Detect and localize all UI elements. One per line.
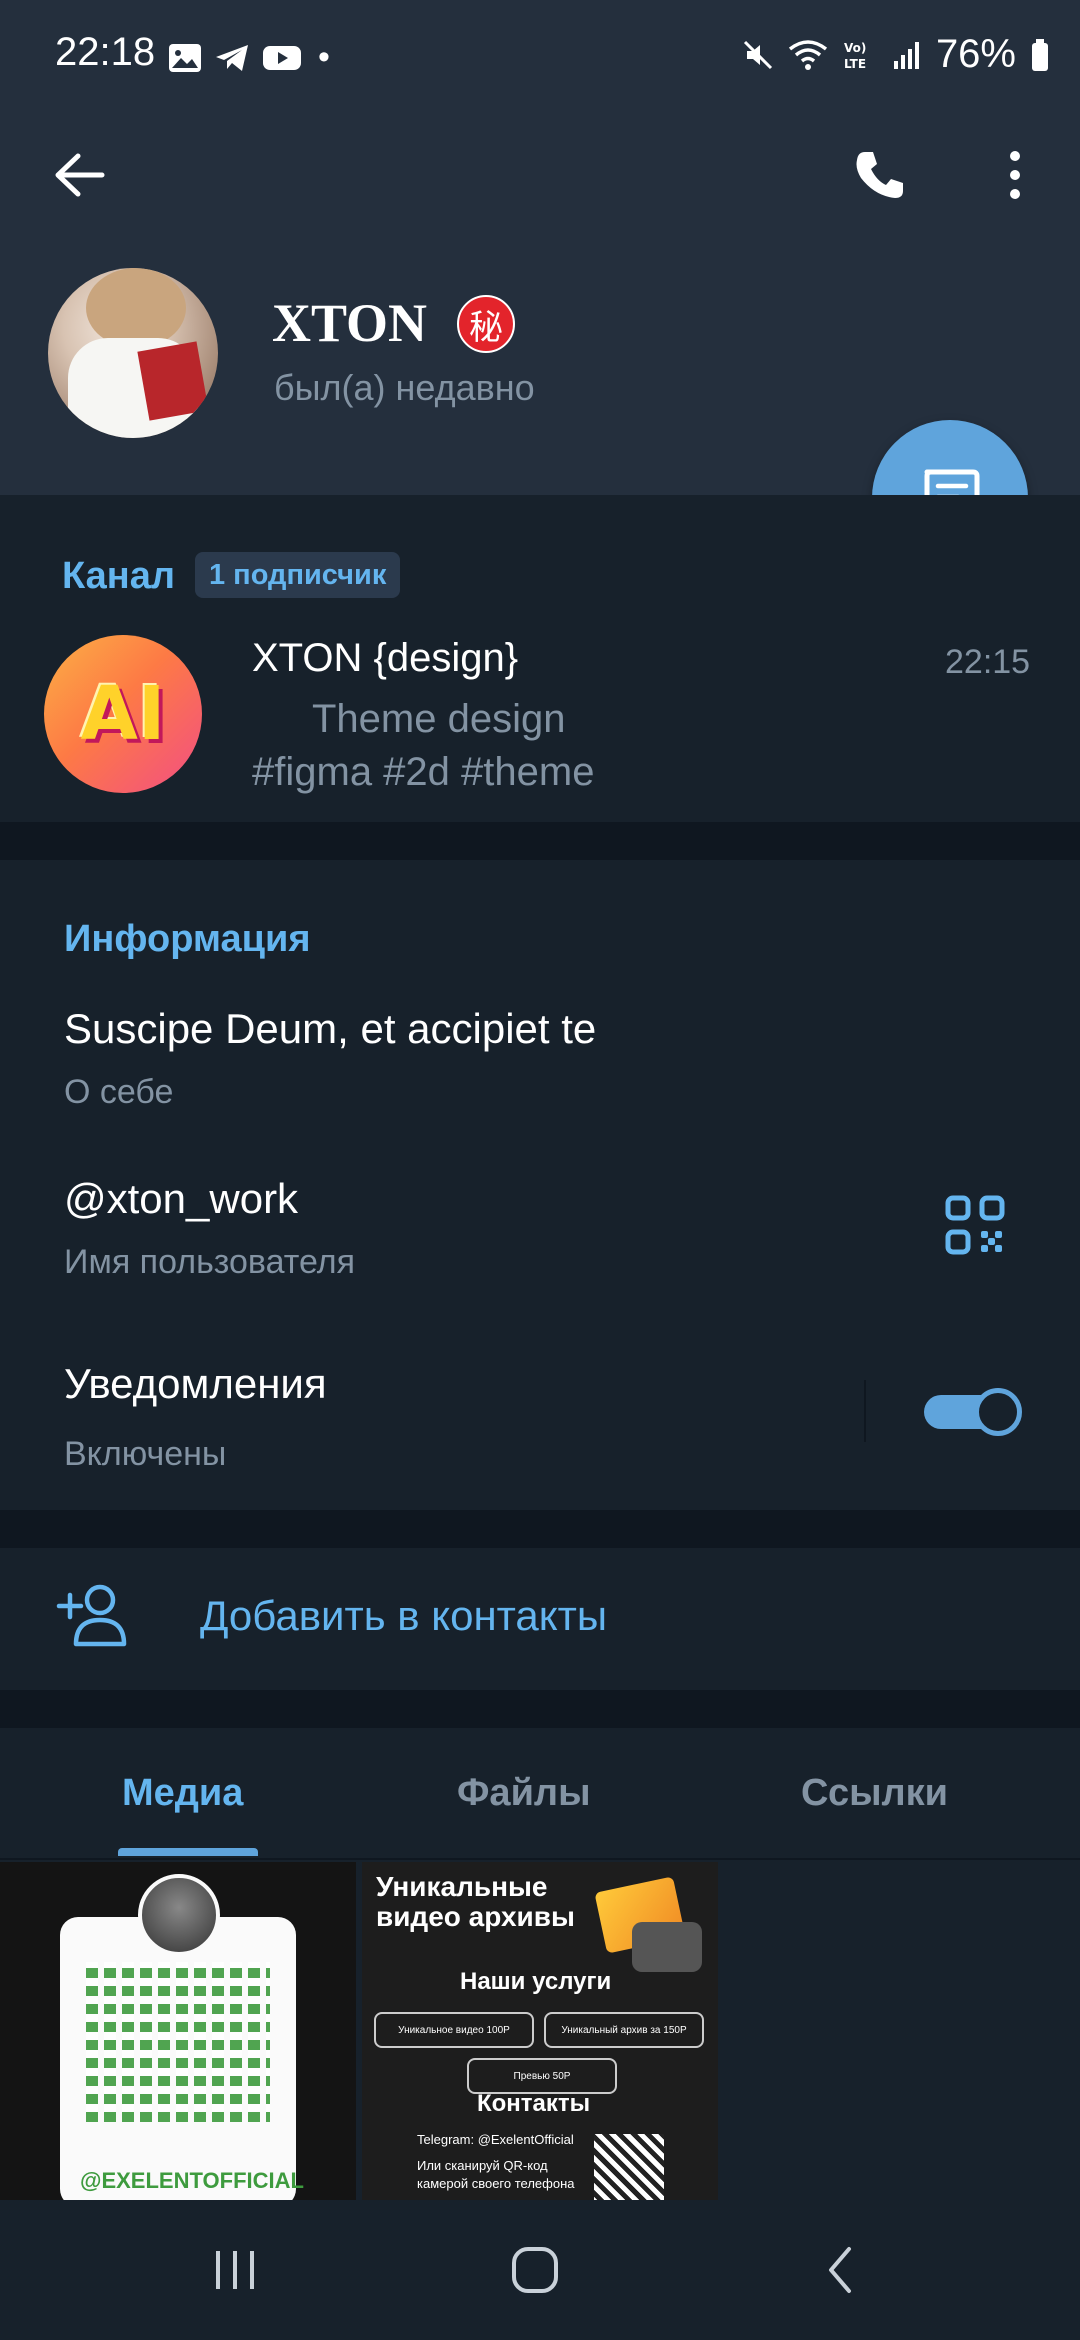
system-back-button[interactable] [790, 2235, 890, 2305]
bio-label: О себе [64, 1073, 174, 1111]
last-seen-status: был(а) недавно [274, 367, 535, 408]
add-contact-label[interactable]: Добавить в контакты [200, 1592, 607, 1640]
status-dot: • [318, 38, 330, 76]
emoji-status-glyph: 秘 [469, 308, 503, 347]
thumbnail-contacts: Контакты [477, 2090, 591, 2117]
bio-text[interactable]: Suscipe Deum, et accipiet te [64, 1005, 596, 1053]
channel-title[interactable]: XTON {design} [252, 636, 518, 681]
volte-icon: Vo) LTE [844, 41, 866, 71]
more-options-button[interactable] [975, 135, 1055, 215]
profile-avatar[interactable] [48, 268, 218, 438]
media-thumbnail[interactable]: @EXELENTOFFICIAL [0, 1862, 356, 2200]
svg-text:Vo): Vo) [844, 41, 866, 55]
back-button[interactable] [40, 135, 120, 215]
qr-code-icon [945, 1195, 1005, 1255]
thumbnail-pill: Уникальное видео 100Р [374, 2012, 534, 2048]
profile-name: XTON [272, 293, 428, 353]
thumbnail-qr [594, 2134, 664, 2200]
section-divider [0, 1510, 1080, 1548]
thumbnail-pill: Уникальный архив за 150Р [544, 2012, 704, 2048]
subscribers-badge: 1 подписчик [195, 552, 401, 598]
qr-code-button[interactable] [945, 1195, 1015, 1265]
chevron-left-icon [829, 2247, 851, 2293]
info-heading: Информация [64, 918, 311, 960]
thumbnail-handle: @EXELENTOFFICIAL [80, 2168, 304, 2193]
add-user-icon [56, 1582, 132, 1650]
toggle-knob [974, 1388, 1022, 1436]
telegram-icon [216, 44, 248, 71]
section-divider [0, 1690, 1080, 1728]
username-label: Имя пользователя [64, 1243, 355, 1281]
svg-text:LTE: LTE [844, 57, 866, 71]
channel-preview-line2: #figma #2d #theme [252, 750, 595, 794]
channel-avatar[interactable]: AI [44, 635, 202, 793]
notifications-value: Включены [64, 1435, 227, 1473]
more-vertical-icon [1010, 151, 1020, 199]
home-button[interactable] [485, 2235, 585, 2305]
thumbnail-services: Наши услуги [460, 1968, 612, 1995]
status-icons-left: • [168, 38, 330, 77]
status-icons-right: Vo) LTE 76% [742, 32, 1050, 77]
wifi-icon [788, 39, 828, 70]
thumbnail-avatar [138, 1874, 220, 1956]
home-icon [512, 2247, 558, 2293]
youtube-icon [263, 45, 301, 70]
notifications-label[interactable]: Уведомления [64, 1360, 327, 1408]
recent-apps-icon [216, 2251, 254, 2289]
thumbnail-scan-text: Или сканируй QR-код камерой своего телеф… [417, 2158, 575, 2191]
signal-icon [893, 41, 919, 69]
qr-code-image [86, 1962, 270, 2122]
channel-label: Канал [62, 555, 176, 597]
mute-icon [743, 40, 772, 69]
tab-files[interactable]: Файлы [457, 1772, 591, 1815]
notifications-toggle[interactable] [924, 1385, 1022, 1437]
call-button[interactable] [840, 135, 920, 215]
notifications-separator [864, 1380, 866, 1442]
tab-media[interactable]: Медиа [122, 1772, 243, 1815]
thumbnail-title: Уникальные видео архивы [376, 1871, 575, 1932]
active-tab-indicator [118, 1848, 258, 1856]
thumbnail-telegram: Telegram: @ExelentOfficial [417, 2132, 574, 2147]
channel-time: 22:15 [945, 643, 1031, 681]
battery-icon [1032, 38, 1048, 71]
section-divider [0, 822, 1080, 860]
thumbnail-pill: Превью 50Р [467, 2058, 617, 2094]
channel-preview-line1: Theme design [312, 697, 566, 741]
gallery-icon [169, 43, 201, 72]
camera-icon [632, 1922, 702, 1972]
battery-percentage: 76% [935, 32, 1016, 76]
tab-links[interactable]: Ссылки [801, 1772, 948, 1815]
media-thumbnail[interactable]: Уникальные видео архивы Наши услуги Уник… [362, 1862, 718, 2200]
avatar-hair [86, 268, 186, 348]
emoji-status-badge[interactable]: 秘 [457, 295, 515, 353]
username-text[interactable]: @xton_work [64, 1175, 298, 1223]
phone-icon [856, 152, 903, 198]
channel-avatar-text: AI [80, 671, 166, 757]
recent-apps-button[interactable] [185, 2235, 285, 2305]
arrow-left-icon [55, 153, 105, 197]
status-time: 22:18 [55, 30, 156, 74]
avatar-stripe [137, 341, 209, 421]
